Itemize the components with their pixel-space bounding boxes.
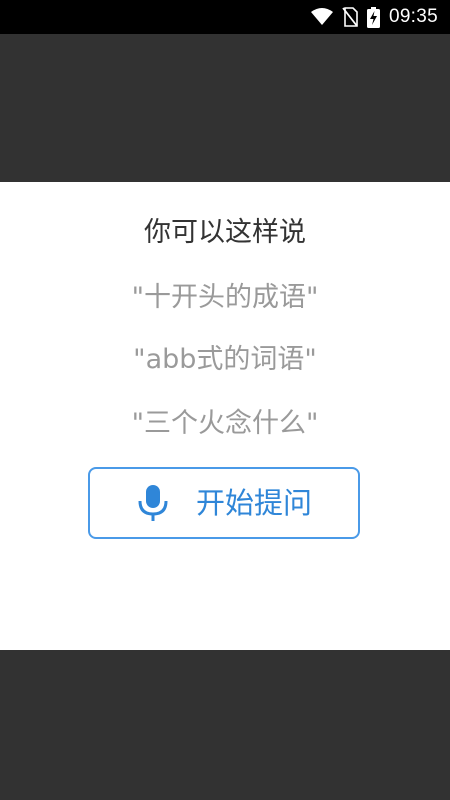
start-asking-button[interactable]: 开始提问 <box>88 467 360 539</box>
dialog-title: 你可以这样说 <box>144 217 306 248</box>
status-bar: 09:35 <box>0 0 450 34</box>
microphone-icon <box>136 483 170 523</box>
suggestion-item: "三个火念什么" <box>131 408 319 439</box>
suggestion-item: "十开头的成语" <box>131 282 319 313</box>
status-time: 09:35 <box>388 6 438 27</box>
no-sim-icon <box>342 7 358 27</box>
suggestion-item: "abb式的词语" <box>133 344 317 375</box>
start-asking-label: 开始提问 <box>196 486 313 520</box>
battery-charging-icon <box>366 6 380 28</box>
status-icons: 09:35 <box>310 0 438 34</box>
wifi-icon <box>310 8 333 26</box>
